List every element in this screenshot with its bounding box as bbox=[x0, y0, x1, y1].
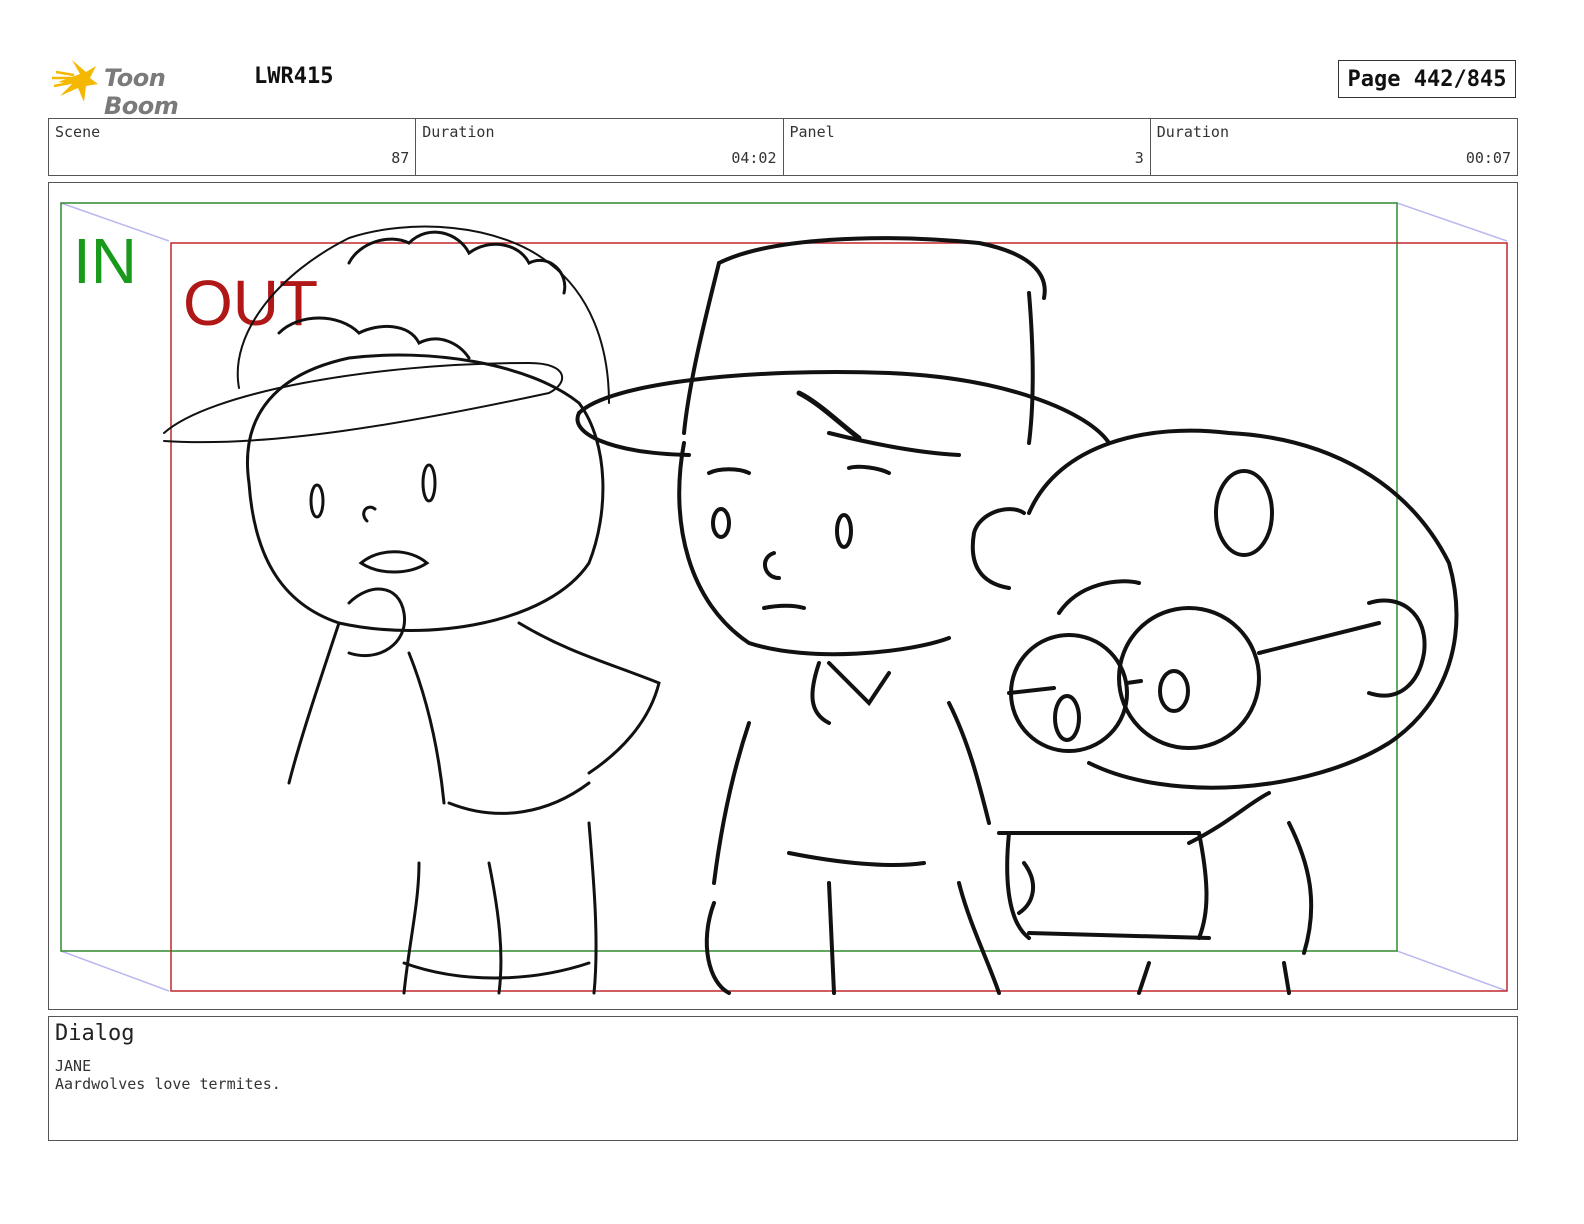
scene-duration-cell: Duration 04:02 bbox=[416, 119, 784, 175]
panel-duration-value: 00:07 bbox=[1465, 149, 1511, 167]
panel-cell: Panel 3 bbox=[784, 119, 1151, 175]
character-middle-sketch bbox=[575, 236, 1111, 995]
scene-duration-value: 04:02 bbox=[731, 149, 777, 167]
page-indicator: Page 442/845 bbox=[1338, 60, 1516, 98]
toon-boom-logo: Toon Boom bbox=[50, 56, 240, 120]
scene-duration-label: Duration bbox=[422, 123, 495, 141]
panel-drawing: IN OUT bbox=[60, 202, 1508, 995]
dialog-box: Dialog JANE Aardwolves love termites. bbox=[48, 1016, 1518, 1141]
panel-value: 3 bbox=[1134, 149, 1144, 167]
scene-value: 87 bbox=[391, 149, 410, 167]
logo-wordmark: Toon Boom bbox=[104, 64, 179, 120]
character-left-sketch bbox=[163, 225, 661, 995]
character-right-sketch bbox=[997, 428, 1459, 995]
project-code: LWR415 bbox=[254, 64, 334, 89]
scene-info-bar: Scene 87 Duration 04:02 Panel 3 Duration… bbox=[48, 118, 1518, 176]
storyboard-panel: IN OUT bbox=[48, 182, 1518, 1010]
in-label: IN bbox=[73, 225, 137, 297]
panel-duration-cell: Duration 00:07 bbox=[1151, 119, 1517, 175]
dialog-title: Dialog bbox=[55, 1021, 135, 1046]
dialog-line: Aardwolves love termites. bbox=[55, 1075, 281, 1093]
scene-label: Scene bbox=[55, 123, 101, 141]
panel-duration-label: Duration bbox=[1156, 123, 1229, 141]
dialog-speaker: JANE bbox=[55, 1057, 92, 1075]
star-burst-icon bbox=[52, 60, 98, 102]
scene-cell: Scene 87 bbox=[49, 119, 417, 175]
panel-label: Panel bbox=[789, 123, 835, 141]
